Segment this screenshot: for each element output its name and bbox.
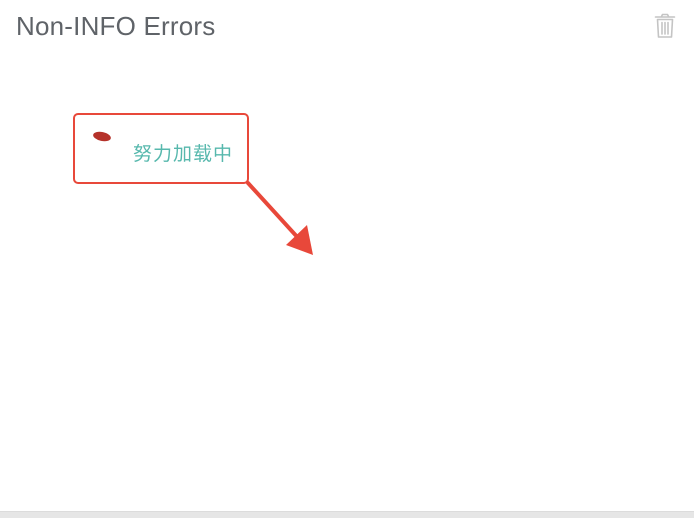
loading-text: 努力加载中 [133, 143, 234, 165]
errors-panel: Non-INFO Errors 努力加载中 [0, 0, 694, 518]
loading-spinner-icon [92, 130, 112, 143]
delete-button[interactable] [650, 11, 680, 41]
loading-indicator-highlight: 努力加载中 [73, 113, 249, 184]
panel-bottom-border [0, 511, 694, 518]
annotation-arrow [246, 181, 313, 255]
trash-icon [654, 13, 676, 38]
panel-title: Non-INFO Errors [16, 11, 216, 41]
